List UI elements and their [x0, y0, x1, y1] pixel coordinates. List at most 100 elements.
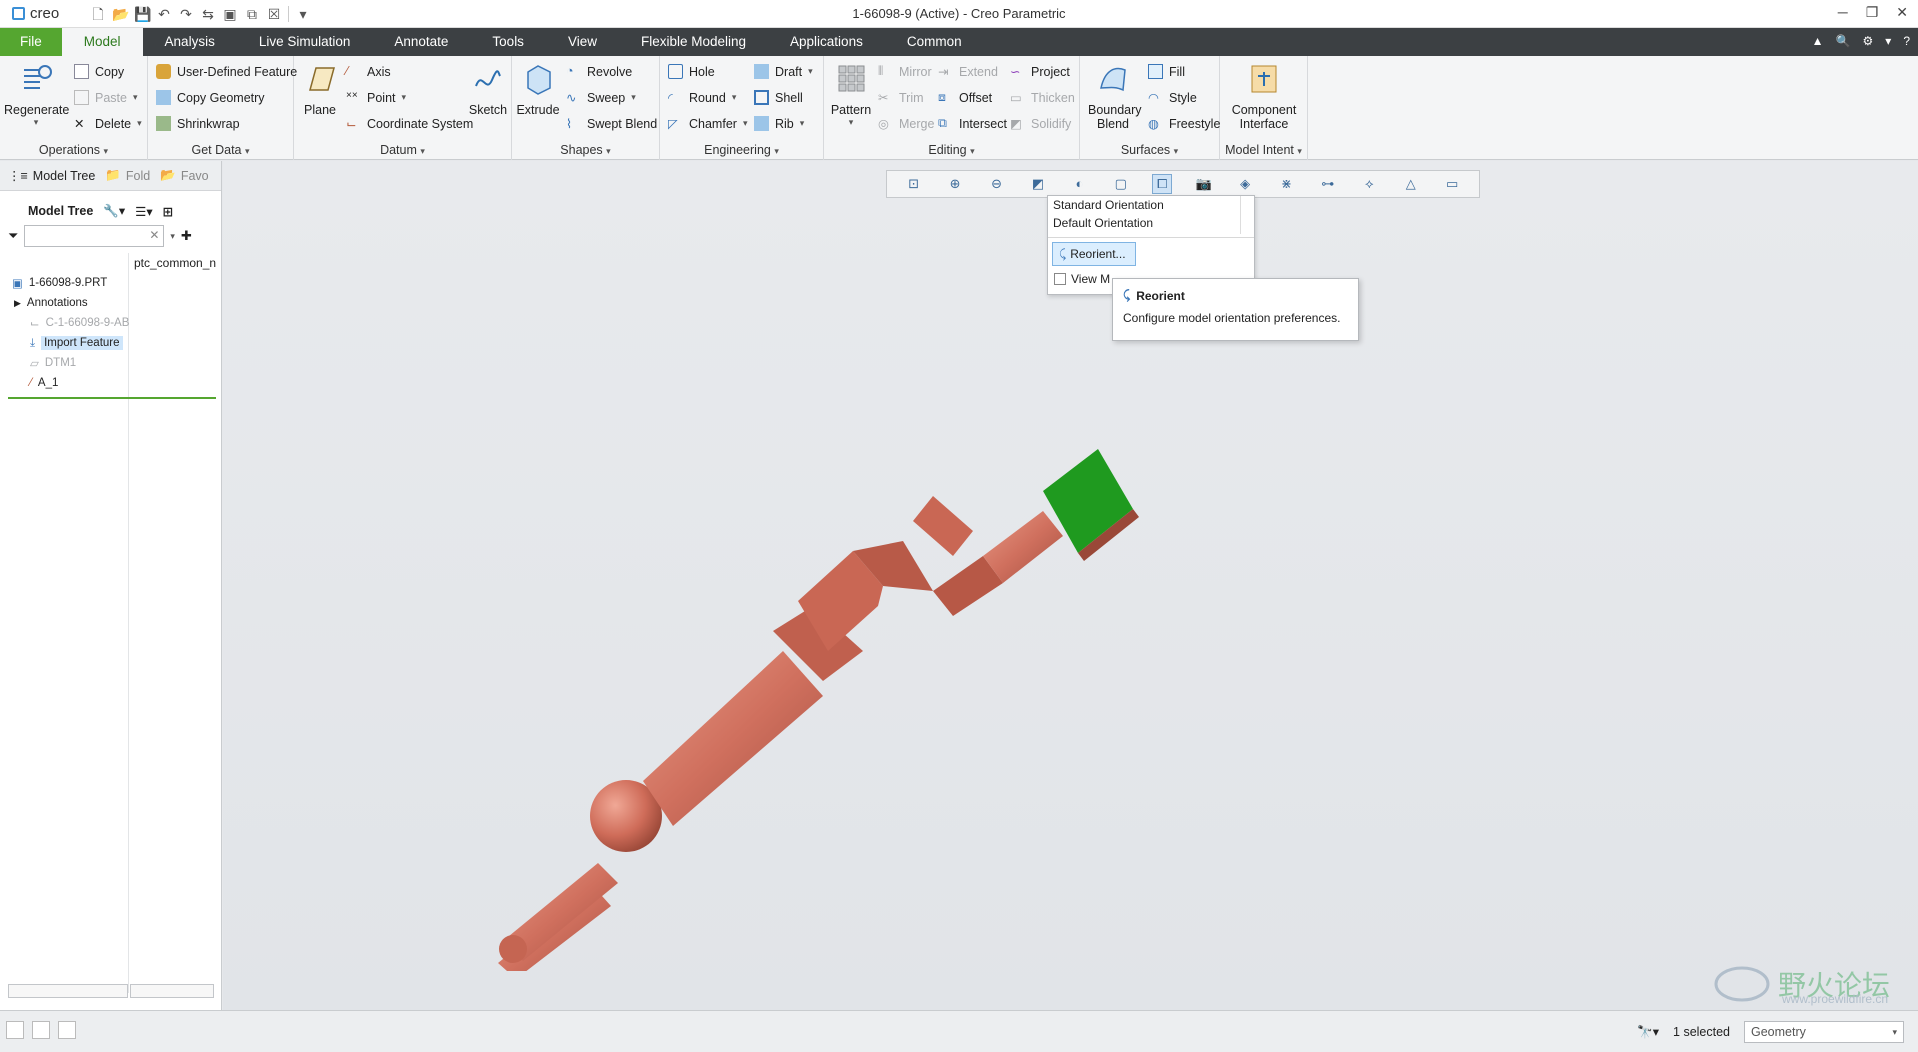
project-button[interactable]: ∽ Project [1010, 64, 1070, 80]
customize-qat-icon[interactable]: ▾ [295, 6, 311, 22]
minimize-icon[interactable]: ─ [1838, 4, 1848, 21]
group-label-surfaces[interactable]: Surfaces ▾ [1080, 143, 1219, 157]
tree-columns-icon[interactable]: ☰▾ [135, 204, 152, 219]
expand-arrow-icon[interactable]: ▶ [14, 298, 21, 309]
scroll-left-track[interactable] [8, 984, 128, 998]
tab-analysis[interactable]: Analysis [143, 28, 237, 56]
extrude-button[interactable]: Extrude [516, 62, 560, 117]
search-icon[interactable]: 🔍 [1836, 34, 1851, 48]
group-label-editing[interactable]: Editing ▾ [824, 143, 1079, 157]
plane-button[interactable]: Plane [298, 62, 342, 117]
extend-button[interactable]: ⇥ Extend [938, 64, 998, 80]
new-icon[interactable]: 🗋 [90, 6, 106, 22]
axis-button[interactable]: ⁄ Axis [346, 64, 391, 79]
tree-filter-icon[interactable]: ⊞ [163, 204, 173, 219]
more-icon[interactable]: ▭ [1443, 175, 1461, 193]
udf-button[interactable]: User-Defined Feature [156, 64, 297, 79]
rib-button[interactable]: Rib ▾ [754, 116, 804, 131]
tree-node-part[interactable]: ▣ 1-66098-9.PRT [0, 273, 222, 293]
shrinkwrap-button[interactable]: Shrinkwrap [156, 116, 240, 131]
tab-model[interactable]: Model [61, 28, 143, 56]
tree-settings-icon[interactable]: 🔧▾ [103, 203, 125, 219]
saved-orientations-icon[interactable]: ⧠ [1152, 174, 1173, 194]
group-label-get-data[interactable]: Get Data ▾ [148, 143, 293, 157]
style-button[interactable]: ◠ Style [1148, 90, 1197, 106]
chamfer-button[interactable]: ◸ Chamfer ▾ [668, 116, 747, 132]
perspective-icon[interactable]: ◈ [1236, 175, 1254, 193]
tree-node-csys[interactable]: ⌙ C-1-66098-9-AB [0, 313, 222, 333]
close-icon[interactable]: ✕ [1896, 4, 1908, 21]
zoom-out-icon[interactable]: ⊖ [988, 175, 1006, 193]
merge-button[interactable]: ◎ Merge [878, 116, 934, 132]
copy-geometry-button[interactable]: Copy Geometry [156, 90, 265, 105]
tab-tools[interactable]: Tools [470, 28, 546, 56]
spin-center-icon[interactable]: ⟡ [1360, 175, 1378, 193]
add-icon[interactable]: ✚ [181, 228, 192, 244]
view-manager-button[interactable]: View M [1054, 272, 1110, 286]
group-label-operations[interactable]: Operations ▾ [0, 143, 147, 157]
copy-button[interactable]: Copy [74, 64, 124, 79]
paste-button[interactable]: Paste ▾ [74, 90, 138, 105]
selection-count[interactable]: 1 selected [1669, 1025, 1734, 1039]
boundary-blend-button[interactable]: Boundary Blend [1084, 62, 1142, 131]
toggle-browser-icon[interactable] [32, 1021, 50, 1039]
find-icon[interactable]: 🔭▾ [1637, 1024, 1659, 1040]
tab-live-simulation[interactable]: Live Simulation [237, 28, 373, 56]
settings-icon[interactable]: ⚙ [1863, 34, 1874, 48]
draft-button[interactable]: Draft ▾ [754, 64, 813, 79]
hole-button[interactable]: Hole [668, 64, 715, 79]
tab-applications[interactable]: Applications [768, 28, 885, 56]
tab-view[interactable]: View [546, 28, 619, 56]
regenerate-button[interactable]: Regenerate ▾ [4, 62, 69, 128]
tab-flexible-modeling[interactable]: Flexible Modeling [619, 28, 768, 56]
tab-favorites[interactable]: 📂 Favo [160, 168, 208, 183]
menu-scrollbar[interactable] [1240, 196, 1254, 234]
datum-display-icon[interactable]: ⋇ [1278, 175, 1296, 193]
solidify-button[interactable]: ◩ Solidify [1010, 116, 1071, 132]
scroll-right-track[interactable] [130, 984, 214, 998]
offset-button[interactable]: ⧈ Offset [938, 90, 992, 105]
column-header[interactable]: ptc_common_n [134, 256, 216, 270]
insert-indicator[interactable] [8, 397, 216, 399]
zoom-in-icon[interactable]: ⊕ [946, 175, 964, 193]
dropdown-icon[interactable]: ▾ [1885, 34, 1891, 48]
fill-button[interactable]: Fill [1148, 64, 1185, 79]
swept-blend-button[interactable]: ⌇ Swept Blend [566, 116, 657, 132]
tree-node-dtm1[interactable]: ▱ DTM1 [0, 353, 222, 373]
sweep-button[interactable]: ∿ Sweep ▾ [566, 90, 636, 106]
group-label-shapes[interactable]: Shapes ▾ [512, 143, 659, 157]
tab-common[interactable]: Common [885, 28, 984, 56]
group-label-engineering[interactable]: Engineering ▾ [660, 143, 823, 157]
selection-filter[interactable]: Geometry ▾ [1744, 1021, 1904, 1043]
freestyle-button[interactable]: ◍ Freestyle [1148, 116, 1220, 132]
regenerate-qat-icon[interactable]: ⇆ [200, 6, 216, 22]
display-style-icon[interactable]: ◐ [1070, 175, 1088, 193]
intersect-button[interactable]: ⧉ Intersect [938, 116, 1007, 131]
tab-annotate[interactable]: Annotate [372, 28, 470, 56]
redo-icon[interactable]: ↷ [178, 6, 194, 22]
undo-icon[interactable]: ↶ [156, 6, 172, 22]
tab-folder-browser[interactable]: 📁 Fold [105, 168, 150, 183]
tree-search-input[interactable]: ✕ [24, 225, 165, 247]
open-icon[interactable]: 📂 [112, 6, 129, 22]
restore-icon[interactable]: ❐ [1866, 4, 1879, 21]
round-button[interactable]: ◜ Round ▾ [668, 90, 736, 106]
group-label-model-intent[interactable]: Model Intent ▾ [1220, 143, 1307, 157]
save-icon[interactable]: 💾 [134, 6, 151, 22]
mirror-button[interactable]: ⫴ Mirror [878, 64, 932, 79]
trim-button[interactable]: ✂ Trim [878, 90, 924, 106]
coordinate-system-button[interactable]: ⌙ Coordinate System [346, 116, 473, 132]
repaint-icon[interactable]: ◩ [1029, 175, 1047, 193]
pattern-button[interactable]: Pattern ▾ [828, 62, 874, 128]
filter-funnel-icon[interactable]: ⏷ [8, 228, 18, 244]
switch-windows-icon[interactable]: ⧉ [244, 6, 260, 22]
shell-button[interactable]: Shell [754, 90, 803, 105]
named-views-icon[interactable]: ▢ [1112, 175, 1130, 193]
close-window-icon[interactable]: ☒ [266, 6, 282, 22]
menu-standard-orientation[interactable]: Standard Orientation [1048, 196, 1254, 214]
filter-dropdown-icon[interactable]: ▾ [1892, 1022, 1897, 1042]
tab-file[interactable]: File [0, 28, 62, 56]
view-manager-icon[interactable]: 📷 [1195, 175, 1213, 193]
tree-node-annotations[interactable]: ▶ Annotations [0, 293, 222, 313]
menu-default-orientation[interactable]: Default Orientation [1048, 214, 1254, 232]
